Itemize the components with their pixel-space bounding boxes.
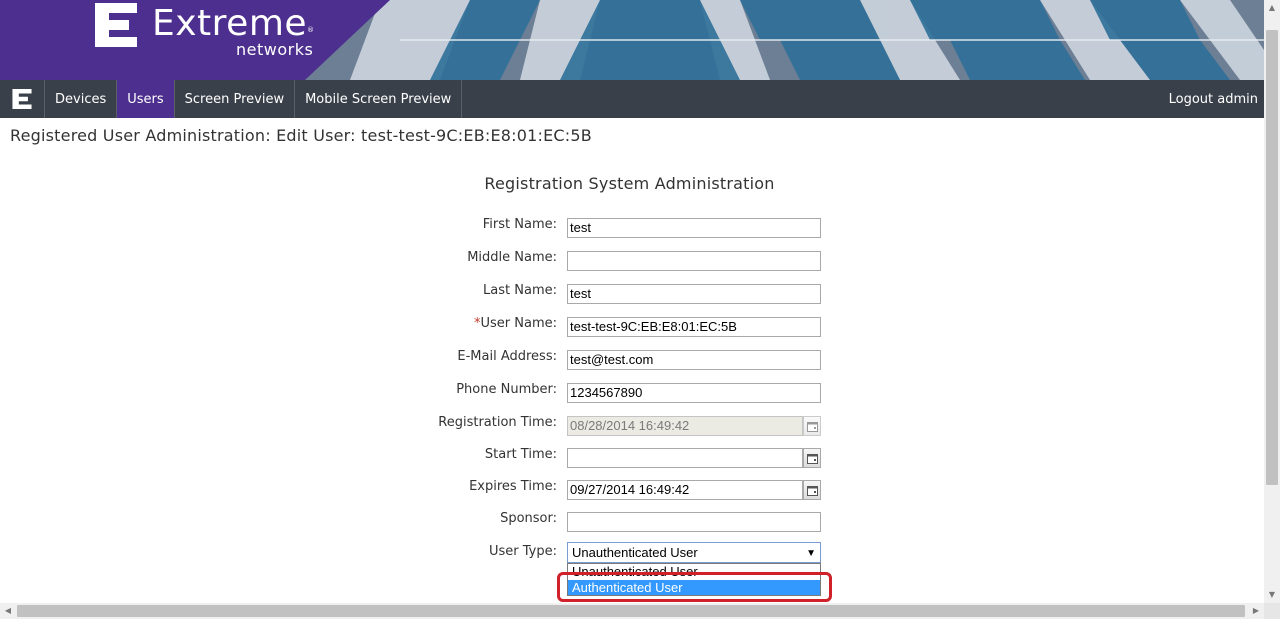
registration-calendar-button bbox=[803, 416, 821, 436]
horizontal-scrollbar[interactable]: ◀ ▶ bbox=[0, 603, 1264, 619]
phone-label: Phone Number: bbox=[456, 382, 557, 397]
scroll-right-icon[interactable]: ▶ bbox=[1248, 603, 1264, 619]
nav-devices[interactable]: Devices bbox=[45, 80, 118, 118]
nav-items: Devices Users Screen Preview Mobile Scre… bbox=[45, 80, 463, 118]
registration-time-label: Registration Time: bbox=[438, 415, 557, 430]
brand-name: Extreme® bbox=[152, 3, 315, 44]
scroll-up-icon[interactable]: ▲ bbox=[1264, 0, 1280, 16]
sponsor-label: Sponsor: bbox=[500, 511, 557, 526]
user-type-dropdown-list: Unauthenticated User Authenticated User bbox=[567, 563, 821, 596]
calendar-icon bbox=[806, 485, 818, 496]
user-type-label: User Type: bbox=[488, 544, 557, 559]
sponsor-field[interactable] bbox=[567, 512, 821, 532]
nav-screen-preview[interactable]: Screen Preview bbox=[175, 80, 296, 118]
scroll-down-icon[interactable]: ▼ bbox=[1264, 587, 1280, 603]
expires-time-label: Expires Time: bbox=[469, 479, 557, 494]
first-name-label: First Name: bbox=[482, 217, 557, 232]
nav-mobile-screen-preview[interactable]: Mobile Screen Preview bbox=[295, 80, 463, 118]
vertical-scroll-thumb[interactable] bbox=[1266, 30, 1278, 485]
phone-field[interactable]: 1234567890 bbox=[567, 383, 821, 403]
form-title: Registration System Administration bbox=[484, 174, 775, 193]
extreme-logo-icon bbox=[12, 89, 32, 109]
chevron-down-icon: ▼ bbox=[806, 548, 816, 559]
middle-name-field[interactable] bbox=[567, 251, 821, 271]
expires-time-field[interactable]: 09/27/2014 16:49:42 bbox=[567, 480, 803, 500]
user-type-option-authenticated[interactable]: Authenticated User bbox=[568, 580, 820, 595]
expires-time-calendar-button[interactable] bbox=[803, 480, 821, 500]
horizontal-scroll-thumb[interactable] bbox=[17, 605, 1245, 617]
last-name-label: Last Name: bbox=[483, 283, 557, 298]
start-time-calendar-button[interactable] bbox=[803, 448, 821, 468]
logout-link[interactable]: Logout admin bbox=[1169, 80, 1258, 118]
header-banner: Extreme® networks bbox=[0, 0, 1264, 80]
main-nav: Devices Users Screen Preview Mobile Scre… bbox=[0, 80, 1264, 118]
vertical-scrollbar[interactable]: ▲ ▼ bbox=[1264, 0, 1280, 603]
last-name-field[interactable]: test bbox=[567, 284, 821, 304]
nav-users[interactable]: Users bbox=[117, 80, 175, 118]
user-name-field[interactable]: test-test-9C:EB:E8:01:EC:5B bbox=[567, 317, 821, 337]
extreme-logo-icon bbox=[95, 3, 137, 47]
email-label: E-Mail Address: bbox=[457, 349, 557, 364]
nav-home-logo[interactable] bbox=[0, 80, 45, 118]
brand-subname: networks bbox=[236, 40, 314, 59]
start-time-field[interactable] bbox=[567, 448, 803, 468]
user-type-select[interactable]: Unauthenticated User ▼ bbox=[567, 542, 821, 563]
scroll-left-icon[interactable]: ◀ bbox=[0, 603, 16, 619]
page-title: Registered User Administration: Edit Use… bbox=[10, 126, 592, 145]
middle-name-label: Middle Name: bbox=[467, 250, 557, 265]
user-name-label: *User Name: bbox=[474, 316, 557, 331]
calendar-icon bbox=[806, 421, 818, 432]
calendar-icon bbox=[806, 453, 818, 464]
email-field[interactable]: test@test.com bbox=[567, 350, 821, 370]
user-type-option-unauthenticated[interactable]: Unauthenticated User bbox=[568, 564, 820, 580]
registration-time-field: 08/28/2014 16:49:42 bbox=[567, 416, 803, 436]
user-type-selected-value: Unauthenticated User bbox=[572, 545, 698, 560]
scrollbar-corner bbox=[1264, 603, 1280, 619]
first-name-field[interactable]: test bbox=[567, 218, 821, 238]
start-time-label: Start Time: bbox=[484, 447, 557, 462]
